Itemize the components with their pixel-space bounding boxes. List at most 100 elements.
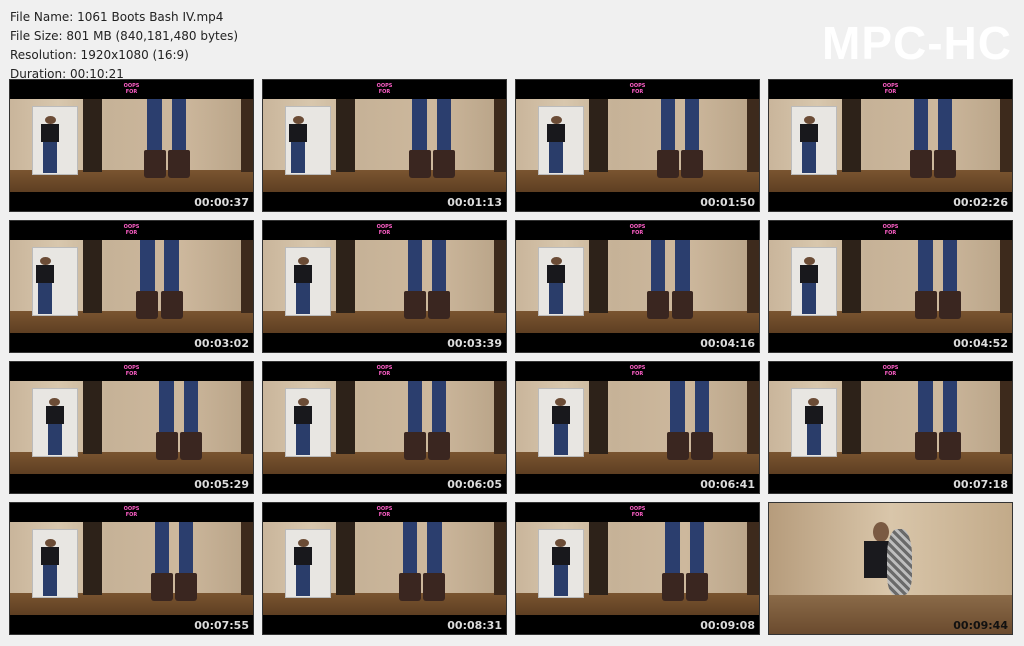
person-legs	[296, 424, 311, 456]
jeans-leg	[436, 99, 452, 157]
timestamp-label: 00:01:50	[700, 196, 755, 209]
dark-panel	[588, 381, 609, 454]
timestamp-label: 00:03:02	[194, 337, 249, 350]
dark-wall-edge	[493, 240, 506, 313]
person-figure	[545, 256, 567, 315]
dark-panel	[841, 381, 862, 454]
person-head	[550, 115, 562, 124]
person-figure	[292, 538, 314, 597]
dark-wall-edge	[999, 381, 1012, 454]
person-figure	[550, 397, 572, 456]
dark-wall-edge	[240, 381, 253, 454]
jeans-leg	[427, 522, 442, 580]
dark-panel	[588, 522, 609, 595]
timestamp-label: 00:00:37	[194, 196, 249, 209]
person-torso	[805, 405, 823, 425]
dark-wall-edge	[746, 240, 759, 313]
person-legs	[549, 142, 564, 174]
thumbnail-frame[interactable]: OOPS FOR 00:04:52	[768, 220, 1013, 353]
file-size-text: File Size: 801 MB (840,181,480 bytes)	[10, 29, 239, 43]
boot	[939, 291, 961, 320]
person-torso	[289, 123, 307, 143]
thumbnail-frame[interactable]: OOPS FOR 00:08:31	[262, 502, 507, 635]
thumbnail-frame[interactable]: OOPS FOR 00:06:41	[515, 361, 760, 494]
channel-logo: OOPS FOR	[882, 224, 899, 236]
boot	[647, 291, 670, 320]
jeans-leg	[412, 99, 428, 157]
person-legs	[802, 283, 817, 315]
thumbnail-frame[interactable]: OOPS FOR 00:06:05	[262, 361, 507, 494]
boot	[681, 150, 704, 179]
boot	[690, 432, 713, 461]
video-frame-image	[769, 381, 1012, 474]
timestamp-label: 00:06:05	[447, 478, 502, 491]
boot	[934, 150, 957, 179]
channel-logo: OOPS FOR	[629, 506, 646, 518]
channel-logo: OOPS FOR	[376, 365, 393, 377]
timestamp-label: 00:05:29	[194, 478, 249, 491]
channel-logo: OOPS FOR	[376, 506, 393, 518]
thumbnail-frame[interactable]: 00:09:44	[768, 502, 1013, 635]
person-legs	[553, 424, 568, 456]
person-torso	[294, 264, 312, 284]
jeans-leg	[431, 240, 447, 298]
person-head	[297, 538, 309, 547]
person-torso	[547, 264, 565, 284]
jeans-leg	[154, 522, 170, 580]
thumbnail-frame[interactable]: OOPS FOR 00:01:13	[262, 79, 507, 212]
person-legs	[806, 424, 821, 456]
timestamp-label: 00:03:39	[447, 337, 502, 350]
file-name-text: File Name: 1061 Boots Bash IV.mp4	[10, 10, 224, 24]
person-head	[292, 115, 304, 124]
channel-logo: OOPS FOR	[882, 365, 899, 377]
person-torso	[800, 264, 818, 284]
timestamp-label: 00:04:52	[953, 337, 1008, 350]
channel-logo: OOPS FOR	[629, 224, 646, 236]
person-legs	[291, 142, 306, 174]
thumbnail-frame[interactable]: OOPS FOR 00:05:29	[9, 361, 254, 494]
jeans-leg	[918, 240, 934, 298]
video-frame-image	[10, 99, 253, 192]
channel-logo: OOPS FOR	[123, 506, 140, 518]
video-frame-image	[263, 522, 506, 615]
boot	[428, 432, 451, 461]
person-legs	[553, 565, 568, 597]
thumbnail-frame[interactable]: OOPS FOR 00:00:37	[9, 79, 254, 212]
person-torso	[552, 405, 570, 425]
thumbnail-frame[interactable]: OOPS FOR 00:07:18	[768, 361, 1013, 494]
jeans-leg	[431, 381, 447, 439]
dark-wall-edge	[493, 522, 506, 595]
person-legs	[802, 142, 817, 174]
thumbnail-frame[interactable]: OOPS FOR 00:07:55	[9, 502, 254, 635]
person-figure	[798, 115, 820, 174]
channel-logo: OOPS FOR	[123, 83, 140, 95]
dark-panel	[335, 99, 356, 172]
person-legs	[43, 142, 58, 174]
person-torso	[36, 264, 54, 284]
dark-panel	[82, 381, 103, 454]
jeans-leg	[650, 240, 666, 298]
channel-logo: OOPS FOR	[123, 365, 140, 377]
thumbnail-frame[interactable]: OOPS FOR 00:03:39	[262, 220, 507, 353]
person-head	[555, 397, 567, 406]
channel-logo: OOPS FOR	[123, 224, 140, 236]
thumbnail-frame[interactable]: OOPS FOR 00:03:02	[9, 220, 254, 353]
thumbnail-frame[interactable]: OOPS FOR 00:04:16	[515, 220, 760, 353]
thumbnail-frame[interactable]: OOPS FOR 00:02:26	[768, 79, 1013, 212]
boot	[175, 573, 198, 602]
boot	[671, 291, 694, 320]
person-figure	[292, 397, 314, 456]
person-figure	[287, 115, 309, 174]
dark-panel	[335, 381, 356, 454]
person-torso	[547, 123, 565, 143]
dark-panel	[588, 99, 609, 172]
boot	[403, 432, 426, 461]
person-figure	[44, 397, 66, 456]
dark-wall-edge	[999, 99, 1012, 172]
thumbnail-frame[interactable]: OOPS FOR 00:09:08	[515, 502, 760, 635]
boot	[180, 432, 202, 461]
dark-panel	[841, 99, 862, 172]
video-frame-image	[516, 381, 759, 474]
thumbnail-frame[interactable]: OOPS FOR 00:01:50	[515, 79, 760, 212]
jeans-leg	[694, 381, 710, 439]
